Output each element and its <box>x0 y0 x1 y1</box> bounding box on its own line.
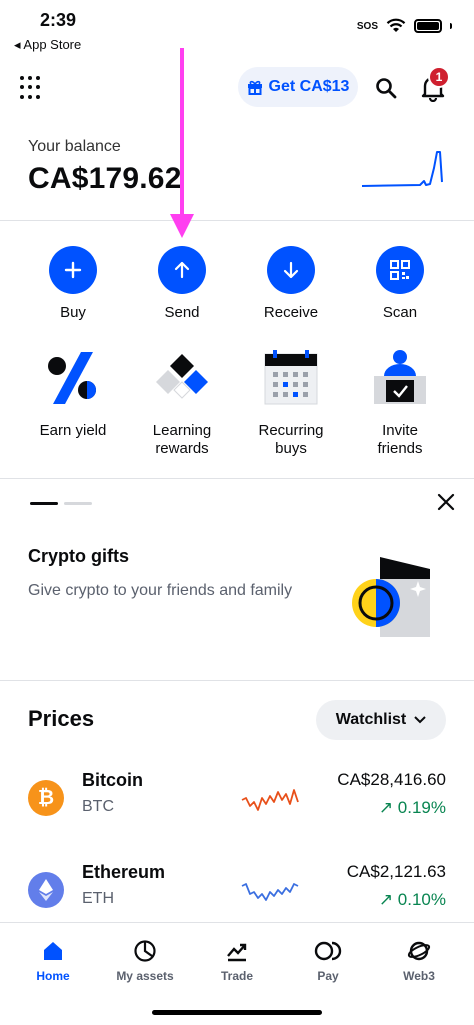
menu-grid-icon[interactable] <box>20 76 44 100</box>
nav-web3-label: Web3 <box>403 969 435 983</box>
coin-price: CA$2,121.63 <box>346 862 446 881</box>
nav-home-label: Home <box>36 969 70 983</box>
coin-name: Ethereum <box>82 862 166 882</box>
status-indicators: SOS <box>357 18 452 34</box>
promo-text: Give crypto to your friends and family <box>28 582 293 599</box>
send-button[interactable]: Send <box>127 246 237 321</box>
close-icon[interactable] <box>436 492 456 512</box>
bitcoin-sparkline <box>241 789 299 811</box>
carousel-dot <box>64 502 92 505</box>
nav-my-assets-label: My assets <box>116 969 174 983</box>
trade-icon <box>227 943 247 962</box>
nav-trade[interactable]: Trade <box>192 939 282 983</box>
bitcoin-row[interactable]: ₿ Bitcoin BTC CA$28,416.60 ↗ 0.19% <box>0 766 474 836</box>
invite-friends-label: Invite friends <box>377 422 423 457</box>
percent-illustration-icon <box>48 352 96 404</box>
receive-label: Receive <box>263 304 319 321</box>
nav-pay[interactable]: Pay <box>283 939 373 983</box>
pay-icon <box>314 941 342 961</box>
gift-card-illustration-icon <box>352 557 430 637</box>
wifi-icon <box>386 18 406 32</box>
nav-web3[interactable]: Web3 <box>374 939 464 983</box>
coin-name: Bitcoin <box>82 770 143 790</box>
plus-icon <box>49 246 97 294</box>
watchlist-label: Watchlist <box>335 711 407 728</box>
buy-label: Buy <box>60 304 86 321</box>
nav-trade-label: Trade <box>220 969 253 983</box>
get-reward-label: Get CA$13 <box>268 78 350 95</box>
back-to-app-store-link[interactable]: ◂ App Store <box>14 37 81 53</box>
coin-symbol: ETH <box>82 890 114 907</box>
nav-pay-label: Pay <box>317 969 339 983</box>
balance-label: Your balance <box>28 138 121 155</box>
balance-value: CA$179.62 <box>28 162 182 195</box>
status-bar: 2:39 ◂ App Store SOS <box>0 0 474 56</box>
coin-symbol: BTC <box>82 798 114 815</box>
learning-rewards-button[interactable]: Learning rewards <box>127 348 237 458</box>
home-icon <box>44 942 62 960</box>
qr-icon <box>376 246 424 294</box>
status-time: 2:39 <box>40 10 77 30</box>
sos-indicator: SOS <box>356 20 378 32</box>
divider <box>0 220 474 221</box>
pie-chart-icon <box>134 940 156 962</box>
watchlist-dropdown[interactable]: Watchlist <box>316 700 446 740</box>
divider <box>0 680 474 681</box>
home-indicator <box>152 1010 322 1015</box>
receive-button[interactable]: Receive <box>236 246 346 321</box>
invite-illustration-icon <box>374 350 426 404</box>
battery-tip <box>450 23 452 29</box>
learning-rewards-label: Learning rewards <box>152 422 212 457</box>
send-label: Send <box>164 304 200 321</box>
ethereum-icon <box>28 872 64 908</box>
carousel-indicator <box>30 502 92 505</box>
buy-button[interactable]: Buy <box>18 246 128 321</box>
prices-title: Prices <box>28 706 95 731</box>
coin-change: ↗ 0.10% <box>378 890 446 909</box>
get-reward-button[interactable]: Get CA$13 <box>238 67 358 107</box>
search-icon[interactable] <box>374 76 398 100</box>
notification-badge: 1 <box>428 66 450 88</box>
bitcoin-icon: ₿ <box>28 780 64 816</box>
battery-icon <box>414 19 442 33</box>
recurring-buys-label: Recurring buys <box>258 422 324 457</box>
coin-change: ↗ 0.19% <box>378 798 446 817</box>
balance-sparkline <box>361 151 443 187</box>
gift-icon <box>247 80 262 95</box>
calendar-illustration-icon <box>264 350 318 405</box>
earn-yield-button[interactable]: Earn yield <box>18 348 128 440</box>
arrow-down-icon <box>267 246 315 294</box>
promo-title[interactable]: Crypto gifts <box>28 546 129 567</box>
ethereum-row[interactable]: Ethereum ETH CA$2,121.63 ↗ 0.10% <box>0 858 474 928</box>
chevron-down-icon <box>414 716 426 724</box>
coin-price: CA$28,416.60 <box>337 770 446 789</box>
scan-label: Scan <box>382 304 418 321</box>
recurring-buys-button[interactable]: Recurring buys <box>236 348 346 458</box>
earn-yield-label: Earn yield <box>39 422 107 439</box>
nav-home[interactable]: Home <box>8 939 98 983</box>
ethereum-sparkline <box>241 883 299 901</box>
invite-friends-button[interactable]: Invite friends <box>345 348 455 458</box>
scan-button[interactable]: Scan <box>345 246 455 321</box>
divider <box>0 478 474 479</box>
top-bar: Get CA$13 1 <box>0 64 474 112</box>
learning-illustration-icon <box>156 354 208 399</box>
nav-my-assets[interactable]: My assets <box>100 939 190 983</box>
carousel-dot-active <box>30 502 58 505</box>
balance-section[interactable]: Your balance CA$179.62 <box>28 138 182 196</box>
web3-icon <box>407 941 431 961</box>
arrow-up-icon <box>158 246 206 294</box>
